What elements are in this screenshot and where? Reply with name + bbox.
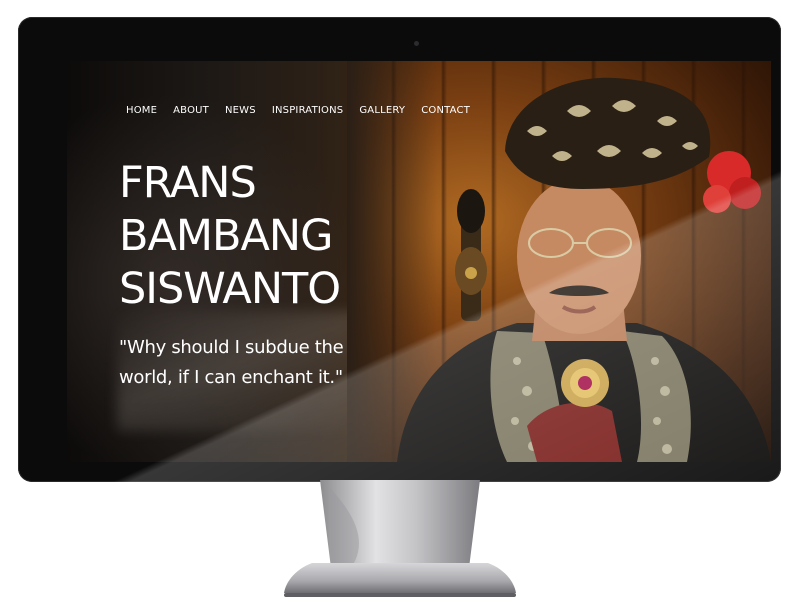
website-screen: HOME ABOUT NEWS INSPIRATIONS GALLERY CON… — [67, 61, 771, 462]
hero-title-line: FRANS — [119, 158, 257, 208]
hero-quote: "Why should I subdue the world, if I can… — [119, 337, 344, 388]
hero-title: FRANS BAMBANG SISWANTO — [119, 157, 341, 316]
hero-title-line: BAMBANG — [119, 211, 333, 261]
hero-title-line: SISWANTO — [119, 264, 341, 314]
monitor-stand-base — [284, 563, 516, 597]
nav-link-news[interactable]: NEWS — [225, 105, 256, 116]
nav-link-gallery[interactable]: GALLERY — [359, 105, 405, 116]
hero-portrait-image — [397, 77, 771, 462]
monitor-mockup: HOME ABOUT NEWS INSPIRATIONS GALLERY CON… — [0, 0, 800, 616]
webcam-dot — [414, 41, 419, 46]
monitor-stand-neck — [320, 480, 480, 576]
nav-link-inspirations[interactable]: INSPIRATIONS — [272, 105, 344, 116]
ornamental-staff — [455, 189, 487, 321]
nav-link-about[interactable]: ABOUT — [173, 105, 209, 116]
nav-link-home[interactable]: HOME — [126, 105, 157, 116]
gold-brooch — [561, 359, 609, 407]
nav-link-contact[interactable]: CONTACT — [421, 105, 470, 116]
red-flower — [703, 151, 761, 213]
main-navigation: HOME ABOUT NEWS INSPIRATIONS GALLERY CON… — [126, 105, 470, 116]
monitor-bezel: HOME ABOUT NEWS INSPIRATIONS GALLERY CON… — [18, 17, 781, 482]
